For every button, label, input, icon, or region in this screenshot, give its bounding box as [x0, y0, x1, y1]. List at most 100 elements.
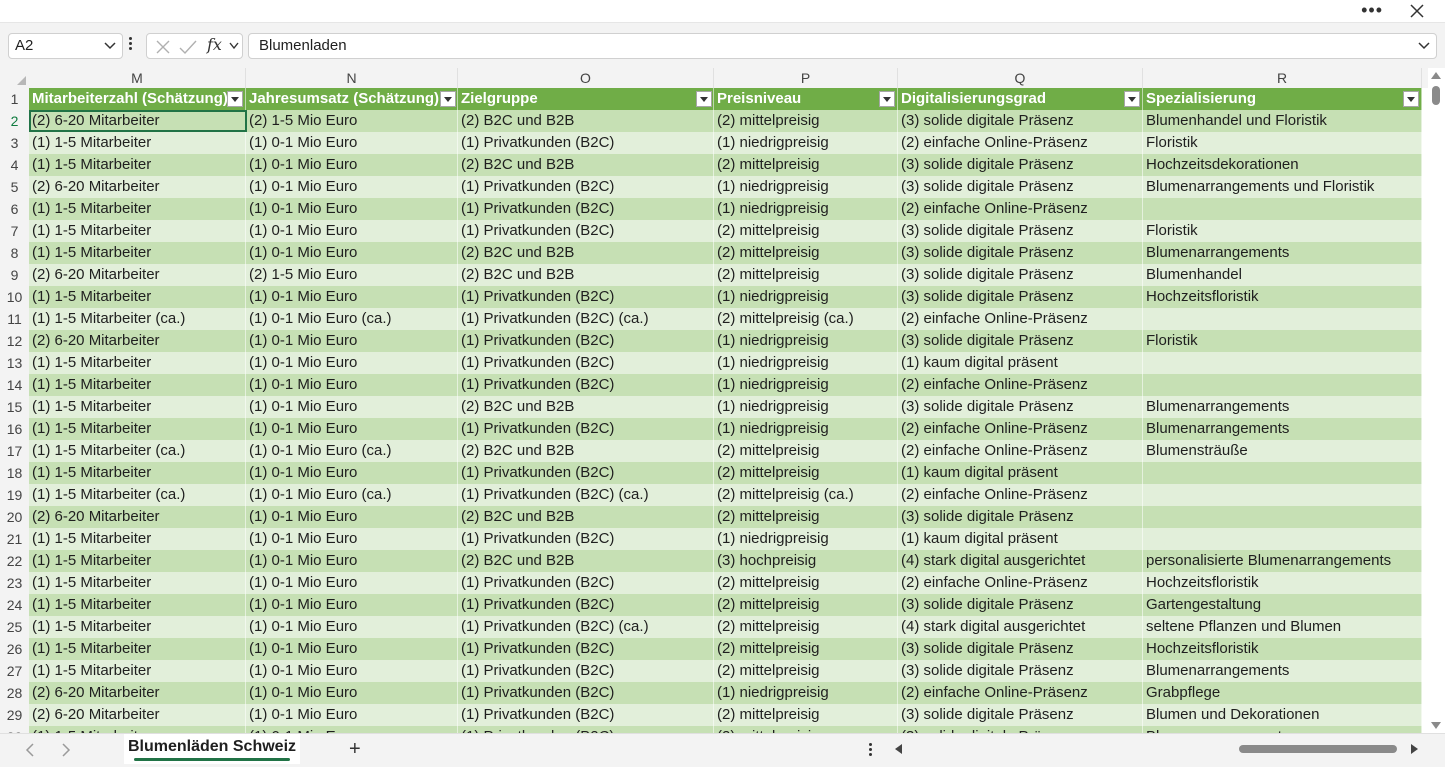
- table-cell[interactable]: (1) 1-5 Mitarbeiter: [29, 374, 246, 396]
- row-header[interactable]: 27: [0, 660, 29, 682]
- row-header[interactable]: 30: [0, 726, 29, 733]
- table-cell[interactable]: (2) mittelpreisig: [714, 242, 898, 264]
- table-cell[interactable]: Floristik: [1143, 132, 1422, 154]
- table-cell[interactable]: Blumenarrangements: [1143, 242, 1422, 264]
- table-cell[interactable]: (3) solide digitale Präsenz: [898, 330, 1143, 352]
- table-cell[interactable]: (1) niedrigpreisig: [714, 396, 898, 418]
- table-cell[interactable]: (1) Privatkunden (B2C): [458, 682, 714, 704]
- row-header[interactable]: 20: [0, 506, 29, 528]
- filter-dropdown-icon[interactable]: [879, 91, 895, 107]
- table-cell[interactable]: Blumenarrangements und Floristik: [1143, 176, 1422, 198]
- table-cell[interactable]: (3) solide digitale Präsenz: [898, 286, 1143, 308]
- table-cell[interactable]: (1) Privatkunden (B2C): [458, 418, 714, 440]
- table-cell[interactable]: [1143, 352, 1422, 374]
- table-cell[interactable]: (2) B2C und B2B: [458, 110, 714, 132]
- table-cell[interactable]: (3) solide digitale Präsenz: [898, 506, 1143, 528]
- table-cell[interactable]: (1) 1-5 Mitarbeiter: [29, 154, 246, 176]
- tab-bar-options-icon[interactable]: [869, 743, 873, 758]
- row-header[interactable]: 4: [0, 154, 29, 176]
- table-cell[interactable]: (2) B2C und B2B: [458, 506, 714, 528]
- table-cell[interactable]: (1) Privatkunden (B2C): [458, 374, 714, 396]
- table-cell[interactable]: (2) mittelpreisig (ca.): [714, 484, 898, 506]
- table-cell[interactable]: (3) solide digitale Präsenz: [898, 660, 1143, 682]
- table-cell[interactable]: (1) Privatkunden (B2C) (ca.): [458, 308, 714, 330]
- table-cell[interactable]: (1) kaum digital präsent: [898, 352, 1143, 374]
- table-cell[interactable]: personalisierte Blumenarrangements: [1143, 550, 1422, 572]
- table-cell[interactable]: (2) mittelpreisig: [714, 572, 898, 594]
- table-cell[interactable]: (1) 0-1 Mio Euro (ca.): [246, 308, 458, 330]
- table-cell[interactable]: (1) Privatkunden (B2C): [458, 462, 714, 484]
- table-cell[interactable]: (2) einfache Online-Präsenz: [898, 572, 1143, 594]
- table-cell[interactable]: (1) niedrigpreisig: [714, 286, 898, 308]
- table-cell[interactable]: (3) solide digitale Präsenz: [898, 242, 1143, 264]
- table-cell[interactable]: (1) 0-1 Mio Euro: [246, 154, 458, 176]
- table-cell[interactable]: Blumenhandel: [1143, 264, 1422, 286]
- table-cell[interactable]: (1) 1-5 Mitarbeiter: [29, 242, 246, 264]
- table-cell[interactable]: (1) niedrigpreisig: [714, 418, 898, 440]
- table-cell[interactable]: (2) mittelpreisig (ca.): [714, 308, 898, 330]
- table-cell[interactable]: (1) 0-1 Mio Euro: [246, 418, 458, 440]
- table-cell[interactable]: (2) 6-20 Mitarbeiter: [29, 330, 246, 352]
- table-cell[interactable]: (1) Privatkunden (B2C): [458, 176, 714, 198]
- table-cell[interactable]: (1) Privatkunden (B2C) (ca.): [458, 616, 714, 638]
- table-cell[interactable]: [1143, 528, 1422, 550]
- table-cell[interactable]: (2) mittelpreisig: [714, 440, 898, 462]
- vertical-scroll-thumb[interactable]: [1432, 86, 1440, 105]
- row-header[interactable]: 13: [0, 352, 29, 374]
- chevron-down-icon[interactable]: [104, 41, 116, 51]
- table-cell[interactable]: (2) B2C und B2B: [458, 154, 714, 176]
- table-cell[interactable]: (2) mittelpreisig: [714, 594, 898, 616]
- table-cell[interactable]: Blumenarrangements: [1143, 418, 1422, 440]
- table-cell[interactable]: (1) Privatkunden (B2C) (ca.): [458, 484, 714, 506]
- table-cell[interactable]: (3) solide digitale Präsenz: [898, 264, 1143, 286]
- header-cell[interactable]: Zielgruppe: [458, 88, 714, 110]
- table-cell[interactable]: (1) 0-1 Mio Euro: [246, 616, 458, 638]
- scroll-right-icon[interactable]: [1411, 744, 1418, 754]
- table-cell[interactable]: (1) 1-5 Mitarbeiter: [29, 572, 246, 594]
- row-header[interactable]: 25: [0, 616, 29, 638]
- table-cell[interactable]: Floristik: [1143, 220, 1422, 242]
- table-cell[interactable]: (3) solide digitale Präsenz: [898, 220, 1143, 242]
- table-cell[interactable]: (2) 6-20 Mitarbeiter: [29, 682, 246, 704]
- chevron-down-icon[interactable]: [229, 42, 239, 50]
- table-cell[interactable]: Blumenhandel und Floristik: [1143, 110, 1422, 132]
- table-cell[interactable]: Blumenarrangements: [1143, 396, 1422, 418]
- table-cell[interactable]: (1) 0-1 Mio Euro: [246, 594, 458, 616]
- table-cell[interactable]: (1) 0-1 Mio Euro: [246, 572, 458, 594]
- table-cell[interactable]: (2) mittelpreisig: [714, 638, 898, 660]
- table-cell[interactable]: (1) kaum digital präsent: [898, 528, 1143, 550]
- row-header[interactable]: 10: [0, 286, 29, 308]
- table-cell[interactable]: (1) 0-1 Mio Euro: [246, 704, 458, 726]
- table-cell[interactable]: (3) solide digitale Präsenz: [898, 704, 1143, 726]
- table-cell[interactable]: (1) 0-1 Mio Euro: [246, 726, 458, 733]
- table-cell[interactable]: (2) B2C und B2B: [458, 396, 714, 418]
- sheet-grid[interactable]: M N O P Q R 1 Mitarbeiterzahl (Schätzung…: [0, 68, 1428, 733]
- table-cell[interactable]: (1) 1-5 Mitarbeiter: [29, 396, 246, 418]
- table-cell[interactable]: (2) 6-20 Mitarbeiter: [29, 110, 246, 132]
- table-cell[interactable]: (2) 6-20 Mitarbeiter: [29, 176, 246, 198]
- scroll-down-icon[interactable]: [1431, 722, 1441, 729]
- table-cell[interactable]: (2) 6-20 Mitarbeiter: [29, 264, 246, 286]
- table-cell[interactable]: (3) solide digitale Präsenz: [898, 638, 1143, 660]
- table-cell[interactable]: Hochzeitsfloristik: [1143, 638, 1422, 660]
- row-header[interactable]: 15: [0, 396, 29, 418]
- table-cell[interactable]: (1) Privatkunden (B2C): [458, 286, 714, 308]
- table-cell[interactable]: (3) solide digitale Präsenz: [898, 110, 1143, 132]
- table-cell[interactable]: (3) solide digitale Präsenz: [898, 594, 1143, 616]
- row-header[interactable]: 18: [0, 462, 29, 484]
- table-cell[interactable]: (1) Privatkunden (B2C): [458, 528, 714, 550]
- row-header[interactable]: 14: [0, 374, 29, 396]
- column-header-m[interactable]: M: [29, 68, 246, 88]
- table-cell[interactable]: (1) 0-1 Mio Euro: [246, 132, 458, 154]
- row-header[interactable]: 5: [0, 176, 29, 198]
- table-cell[interactable]: Hochzeitsfloristik: [1143, 286, 1422, 308]
- table-cell[interactable]: (1) niedrigpreisig: [714, 198, 898, 220]
- column-header-r[interactable]: R: [1143, 68, 1422, 88]
- table-cell[interactable]: (1) 0-1 Mio Euro: [246, 528, 458, 550]
- table-cell[interactable]: (2) B2C und B2B: [458, 242, 714, 264]
- row-header[interactable]: 21: [0, 528, 29, 550]
- table-cell[interactable]: (2) mittelpreisig: [714, 110, 898, 132]
- table-cell[interactable]: (1) 0-1 Mio Euro: [246, 352, 458, 374]
- table-cell[interactable]: [1143, 308, 1422, 330]
- scroll-left-icon[interactable]: [895, 744, 902, 754]
